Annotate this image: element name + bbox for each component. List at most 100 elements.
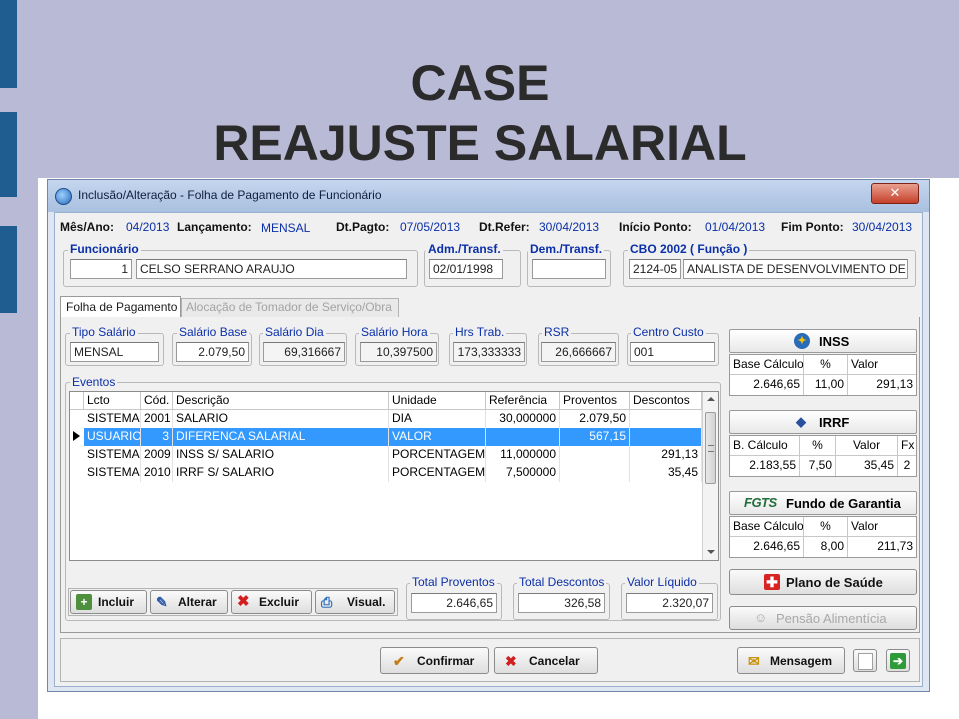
exit-button[interactable]: ➔	[886, 649, 910, 672]
exit-arrow-icon: ➔	[890, 653, 906, 669]
fim-ponto-label: Fim Ponto:	[781, 220, 844, 234]
column-header-proventos[interactable]: Proventos	[560, 392, 630, 410]
fgts-logo: FGTS	[744, 495, 777, 510]
column-header-unidade[interactable]: Unidade	[389, 392, 486, 410]
cell-descricao: DIFERENCA SALARIAL	[173, 428, 389, 446]
irrf-valor-value: 35,45	[836, 456, 898, 476]
inss-title: INSS	[819, 334, 850, 349]
total-descontos-label: Total Descontos	[517, 575, 607, 589]
salario-dia-field[interactable]: 69,316667	[263, 342, 345, 362]
visual-button[interactable]: ⎙ Visual.	[315, 590, 395, 614]
table-row[interactable]: SISTEMA 2010 IRRF S/ SALARIO PORCENTAGEM…	[70, 464, 702, 482]
cancelar-button[interactable]: ✖ Cancelar	[494, 647, 598, 674]
adm-date-field[interactable]: 02/01/1998	[429, 259, 503, 279]
cell-unidade: VALOR	[389, 428, 486, 446]
funcionario-code-field[interactable]: 1	[70, 259, 132, 279]
fgts-valor-value: 211,73	[877, 539, 913, 553]
slide-accent-bar	[0, 112, 17, 197]
hrs-trab-field[interactable]: 173,333333	[453, 342, 525, 362]
close-icon: ✕	[889, 186, 901, 201]
tab-alocacao[interactable]: Alocação de Tomador de Serviço/Obra	[181, 298, 399, 317]
column-header-lcto[interactable]: Lcto	[84, 392, 141, 410]
plano-saude-button[interactable]: ✚ Plano de Saúde	[729, 569, 917, 595]
slide-accent-bar	[0, 226, 17, 313]
alterar-button[interactable]: ✎ Alterar	[150, 590, 228, 614]
cell-proventos: 2.079,50	[560, 410, 630, 428]
valor-liquido-field[interactable]: 2.320,07	[626, 593, 713, 613]
centro-custo-field[interactable]: 001	[630, 342, 715, 362]
scroll-thumb[interactable]	[705, 412, 716, 484]
message-envelope-icon: ✉	[748, 653, 760, 669]
irrf-col-fx: Fx	[898, 436, 916, 456]
lancamento-value: MENSAL	[261, 221, 311, 235]
add-document-icon: +	[76, 594, 92, 610]
edit-pencil-icon: ✎	[156, 594, 168, 610]
dt-pagto-value: 07/05/2013	[400, 220, 461, 234]
slide-accent-bar	[0, 0, 17, 88]
column-header-descricao[interactable]: Descrição	[173, 392, 389, 410]
cbo-description-field[interactable]: ANALISTA DE DESENVOLVIMENTO DE	[683, 259, 908, 279]
cbo-code-field[interactable]: 2124-05	[629, 259, 681, 279]
dem-date-field[interactable]	[532, 259, 606, 279]
cell-proventos: 567,15	[560, 428, 630, 446]
cell-referencia: 11,000000	[486, 446, 560, 464]
grid-scrollbar[interactable]	[702, 392, 718, 560]
slide-title-line-1: CASE	[410, 55, 550, 111]
inss-header: ✦ INSS	[729, 329, 917, 353]
pensao-label: Pensão Alimentícia	[776, 611, 887, 626]
salario-dia-label: Salário Dia	[263, 325, 326, 339]
tab-alocacao-label: Alocação de Tomador de Serviço/Obra	[186, 300, 392, 314]
valor-liquido-label: Valor Líquido	[625, 575, 699, 589]
adm-title: Adm./Transf.	[426, 242, 503, 256]
pension-icon: ☺	[754, 610, 768, 625]
irrf-percent-value: 7,50	[800, 456, 836, 476]
table-row[interactable]: SISTEMA 2001 SALARIO DIA 30,000000 2.079…	[70, 410, 702, 428]
fgts-col-percent: %	[804, 517, 848, 537]
table-row-selected[interactable]: USUARIO 3 DIFERENCA SALARIAL VALOR 567,1…	[70, 428, 702, 446]
salario-hora-field[interactable]: 10,397500	[360, 342, 437, 362]
confirmar-button[interactable]: ✔ Confirmar	[380, 647, 489, 674]
cancel-icon: ✖	[505, 653, 517, 669]
mes-ano-value: 04/2013	[126, 220, 170, 234]
confirmar-label: Confirmar	[417, 654, 475, 668]
salario-base-field[interactable]: 2.079,50	[176, 342, 249, 362]
excluir-button[interactable]: ✖ Excluir	[231, 590, 312, 614]
inicio-ponto-label: Início Ponto:	[619, 220, 692, 234]
incluir-button[interactable]: + Incluir	[70, 590, 147, 614]
pensao-button[interactable]: ☺ Pensão Alimentícia	[729, 606, 917, 630]
grid-indicator-header	[70, 392, 84, 410]
window-titlebar[interactable]: Inclusão/Alteração - Folha de Pagamento …	[48, 180, 929, 212]
funcionario-name-field[interactable]: CELSO SERRANO ARAUJO	[136, 259, 407, 279]
irrf-header: ◆ IRRF	[729, 410, 917, 434]
tipo-salario-field[interactable]: MENSAL	[70, 342, 159, 362]
dt-refer-value: 30/04/2013	[539, 220, 600, 234]
irrf-col-percent: %	[800, 436, 836, 456]
cell-descricao: INSS S/ SALARIO	[173, 446, 389, 464]
tab-folha-pagamento[interactable]: Folha de Pagamento	[60, 296, 181, 318]
column-header-descontos[interactable]: Descontos	[630, 392, 702, 410]
scroll-up-icon[interactable]	[707, 397, 715, 401]
cell-descontos: 291,13	[630, 446, 702, 464]
cell-descontos	[630, 410, 702, 428]
centro-custo-label: Centro Custo	[631, 325, 706, 339]
column-header-cod[interactable]: Cód.	[141, 392, 173, 410]
window-body: Mês/Ano: 04/2013 Lançamento: MENSAL Dt.P…	[54, 212, 923, 687]
fgts-percent-value: 8,00	[804, 537, 848, 557]
cell-lcto: SISTEMA	[84, 410, 141, 428]
mensagem-button[interactable]: ✉ Mensagem	[737, 647, 845, 674]
rsr-field[interactable]: 26,666667	[541, 342, 616, 362]
table-row[interactable]: SISTEMA 2009 INSS S/ SALARIO PORCENTAGEM…	[70, 446, 702, 464]
fgts-title: Fundo de Garantia	[786, 496, 901, 511]
eventos-grid: Lcto Cód. Descrição Unidade Referência P…	[69, 391, 719, 561]
total-descontos-field[interactable]: 326,58	[518, 593, 605, 613]
close-button[interactable]: ✕	[871, 183, 919, 204]
scroll-down-icon[interactable]	[707, 550, 715, 554]
hrs-trab-label: Hrs Trab.	[453, 325, 507, 339]
blank-page-button[interactable]	[853, 649, 877, 672]
column-header-referencia[interactable]: Referência	[486, 392, 560, 410]
fgts-base-value: 2.646,65	[730, 537, 804, 557]
total-proventos-field[interactable]: 2.646,65	[411, 593, 497, 613]
blank-page-icon	[858, 653, 873, 670]
cell-descontos: 35,45	[630, 464, 702, 482]
fgts-col-base: Base Cálculo	[730, 517, 804, 537]
